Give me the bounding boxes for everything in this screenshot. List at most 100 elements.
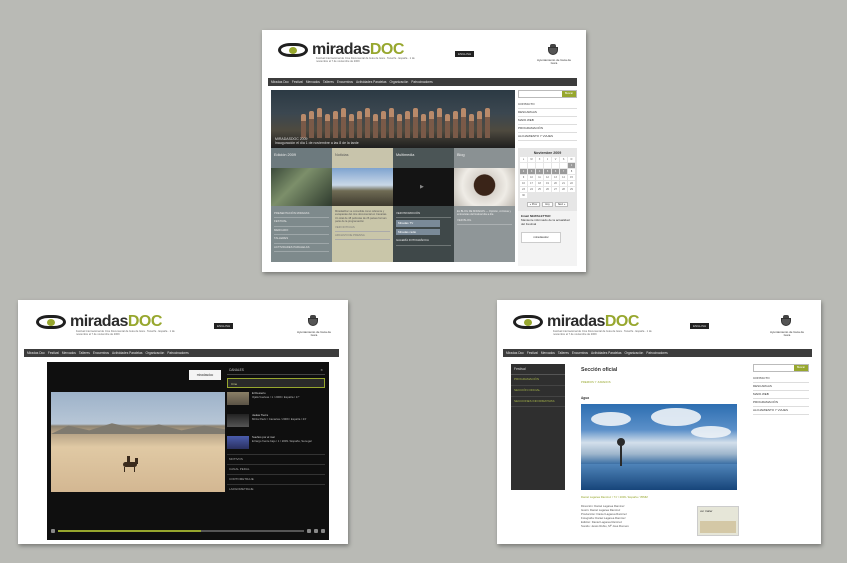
tile-link[interactable]: ACTIVIDADES PARALELAS — [274, 244, 329, 253]
calendar-day[interactable]: 8 — [568, 169, 575, 174]
calendar-day[interactable]: 1 — [568, 163, 575, 168]
sidebar-link[interactable]: CONTACTO — [518, 101, 577, 109]
fullscreen-icon[interactable] — [321, 529, 325, 533]
nav-patrocinadores[interactable]: Patrocinadores — [167, 351, 188, 355]
newsletter-badge[interactable]: miradasdoc — [521, 232, 561, 243]
nav-mercados[interactable]: Mercados — [306, 80, 320, 84]
tile-photo[interactable] — [271, 168, 332, 206]
calendar-day[interactable]: 24 — [528, 187, 535, 192]
playlist-item[interactable]: El Desierto Ojalá Vuelvas / 1 / 2009 / Es… — [227, 391, 325, 410]
playlist-item[interactable]: Sueños por el mar El largo frente bajo / … — [227, 435, 325, 454]
calendar-next-button[interactable]: Next » — [554, 202, 569, 207]
site-logo[interactable]: miradasDOC — [36, 314, 162, 330]
premios-link[interactable]: PREMIOS Y JURADOS — [581, 380, 611, 384]
calendar-day[interactable]: 26 — [544, 187, 551, 192]
nav-mercados[interactable]: Mercados — [62, 351, 76, 355]
calendar-day[interactable]: 11 — [536, 175, 543, 180]
calendar-day[interactable]: 14 — [560, 175, 567, 180]
settings-icon[interactable] — [314, 529, 318, 533]
hero-banner[interactable]: MIRADASDOC 2009 Inauguración el día 1 de… — [271, 90, 515, 148]
sidebar-link[interactable]: DESCARGAS — [518, 109, 577, 117]
sidebar-link[interactable]: PROGRAMACIÓN — [518, 125, 577, 133]
nav-actividades[interactable]: Actividades Paralelas — [356, 80, 386, 84]
search-input[interactable]: Buscar — [518, 90, 577, 98]
nav-organizacion[interactable]: Organización — [624, 351, 643, 355]
calendar-day[interactable]: 23 — [520, 187, 527, 192]
calendar-day[interactable]: 27 — [552, 187, 559, 192]
nav-encuentros[interactable]: Encuentros — [572, 351, 588, 355]
tile-title[interactable]: Noticias — [332, 148, 393, 168]
tile-link[interactable]: VER BLOG — [457, 217, 512, 226]
language-switch[interactable]: ENGLISH — [690, 323, 710, 329]
sidebar-item-seccion-oficial[interactable]: SECCIÓN OFICIAL — [511, 386, 565, 397]
nav-talleres[interactable]: Talleres — [558, 351, 569, 355]
calendar-day[interactable]: 30 — [520, 193, 527, 198]
nav-festival[interactable]: Festival — [48, 351, 59, 355]
video-frame[interactable] — [51, 392, 225, 492]
calendar-day[interactable]: 10 — [528, 175, 535, 180]
tile-title[interactable]: Blog — [454, 148, 515, 168]
sidebar-link[interactable]: ALOJAMIENTO Y VIAJES — [518, 133, 577, 141]
playlist-category[interactable]: CORTOMETRAJE — [227, 474, 325, 484]
calendar-day[interactable]: 25 — [536, 187, 543, 192]
sidebar-link[interactable]: ALOJAMIENTO Y VIAJES — [753, 407, 809, 415]
search-button[interactable]: Buscar — [794, 365, 808, 371]
calendar-prev-button[interactable]: « Prev — [526, 202, 541, 207]
tile-link[interactable]: VER NOTICIAS — [335, 224, 390, 233]
nav-patrocinadores[interactable]: Patrocinadores — [646, 351, 667, 355]
calendar-day[interactable]: 22 — [568, 181, 575, 186]
site-logo[interactable]: miradasDOC — [278, 42, 404, 58]
nav-festival[interactable]: Festival — [527, 351, 538, 355]
language-switch[interactable]: ENGLISH — [455, 51, 475, 57]
miradas-tv-button[interactable]: Miradas TV — [396, 220, 440, 227]
nav-actividades[interactable]: Actividades Paralelas — [112, 351, 142, 355]
playlist-selected[interactable]: Cine — [227, 378, 325, 388]
sidebar-link[interactable]: DESCARGAS — [753, 383, 809, 391]
playlist-category[interactable]: CANAL PEDAL — [227, 464, 325, 474]
nav-actividades[interactable]: Actividades Paralelas — [591, 351, 621, 355]
calendar-day[interactable]: 4 — [536, 169, 543, 174]
calendar-day[interactable]: 16 — [520, 181, 527, 186]
playlist-category[interactable]: LARGOMETRAJE — [227, 484, 325, 494]
film-caption[interactable]: Daniel Lagarea Ramírez / 71' / 2009 / Es… — [581, 495, 648, 499]
calendar-day[interactable]: 5 — [544, 169, 551, 174]
search-button[interactable]: Buscar — [562, 91, 576, 97]
nav-mercados[interactable]: Mercados — [541, 351, 555, 355]
calendar-day[interactable]: 19 — [544, 181, 551, 186]
tile-link[interactable]: TALLERES — [274, 235, 329, 244]
language-switch[interactable]: ENGLISH — [214, 323, 234, 329]
tile-title[interactable]: Edición 2009 — [271, 148, 332, 168]
calendar-today-button[interactable]: Hoy — [542, 202, 553, 207]
tile-photo[interactable] — [454, 168, 515, 206]
calendar-day[interactable]: 13 — [552, 175, 559, 180]
calendar-day[interactable]: 7 — [560, 169, 567, 174]
seek-bar[interactable] — [58, 530, 304, 532]
tile-photo[interactable] — [332, 168, 393, 206]
sidebar-item-secciones-informativas[interactable]: SECCIONES INFORMATIVAS — [511, 397, 565, 408]
nav-talleres[interactable]: Talleres — [79, 351, 90, 355]
nav-festival[interactable]: Festival — [292, 80, 303, 84]
close-icon[interactable]: ✕ — [320, 366, 323, 374]
calendar-day[interactable]: 12 — [544, 175, 551, 180]
tile-video[interactable]: ▶ — [393, 168, 454, 206]
calendar-day[interactable]: 18 — [536, 181, 543, 186]
nav-miradasdoc[interactable]: Miradas Doc — [271, 80, 289, 84]
site-logo[interactable]: miradasDOC — [513, 314, 639, 330]
tile-title[interactable]: Multimedia — [393, 148, 454, 168]
tile-link[interactable]: PRESENTACIÓN MIRADAS — [274, 210, 329, 219]
calendar-day[interactable]: 17 — [528, 181, 535, 186]
sidebar-link[interactable]: PROGRAMACIÓN — [753, 399, 809, 407]
nav-miradasdoc[interactable]: Miradas Doc — [506, 351, 524, 355]
nav-talleres[interactable]: Talleres — [323, 80, 334, 84]
calendar-day[interactable]: 15 — [568, 175, 575, 180]
sidebar-link[interactable]: MAPA WEB — [753, 391, 809, 399]
tile-link[interactable]: VER PROMOCIÓN — [396, 210, 451, 219]
sidebar-link[interactable]: CONTACTO — [753, 375, 809, 383]
nav-organizacion[interactable]: Organización — [145, 351, 164, 355]
nav-encuentros[interactable]: Encuentros — [93, 351, 109, 355]
nav-encuentros[interactable]: Encuentros — [337, 80, 353, 84]
calendar-day[interactable]: 21 — [560, 181, 567, 186]
nav-organizacion[interactable]: Organización — [389, 80, 408, 84]
nav-miradasdoc[interactable]: Miradas Doc — [27, 351, 45, 355]
playlist-category[interactable]: MOTIVOS — [227, 454, 325, 464]
